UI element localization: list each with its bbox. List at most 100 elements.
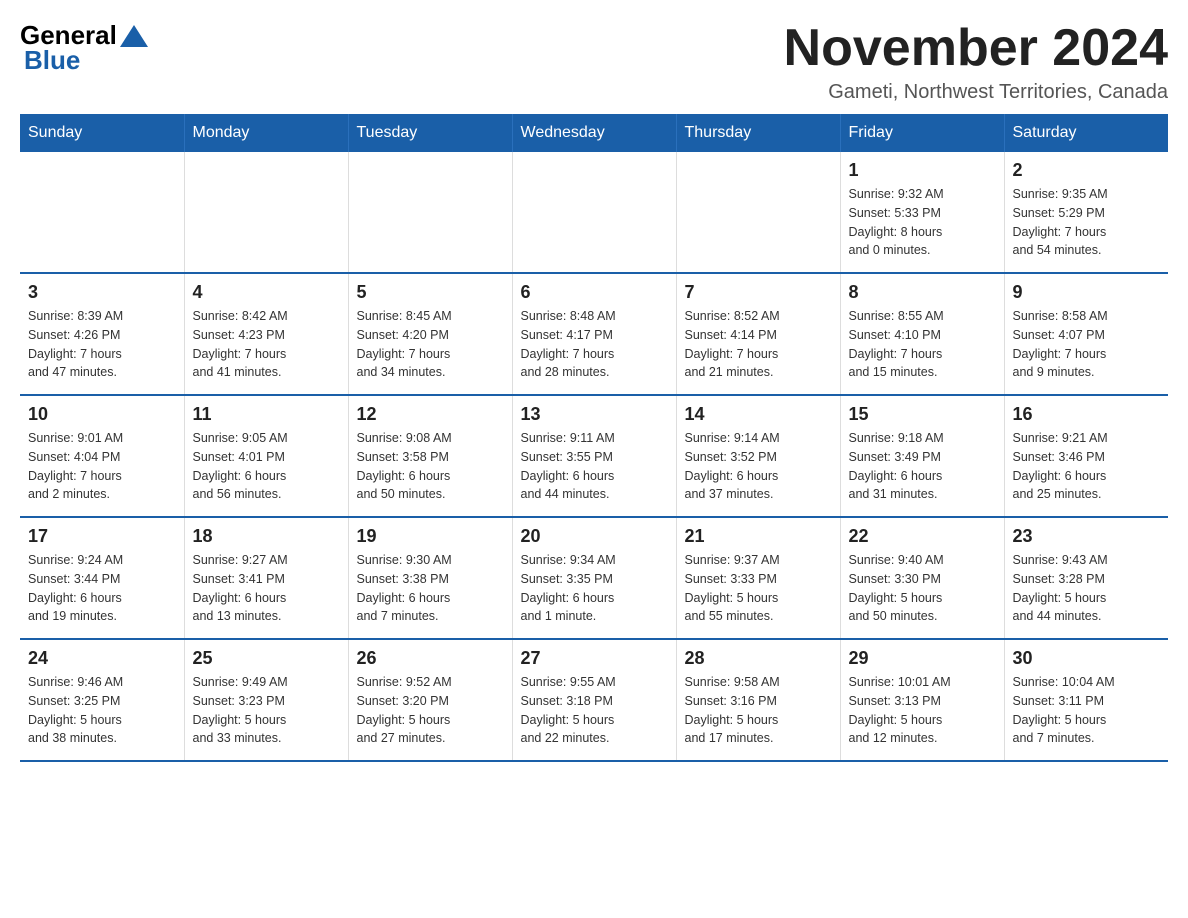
day-info: Sunrise: 9:32 AM Sunset: 5:33 PM Dayligh…	[849, 185, 996, 260]
day-number: 30	[1013, 648, 1161, 669]
calendar-cell	[512, 152, 676, 273]
day-number: 22	[849, 526, 996, 547]
day-number: 2	[1013, 160, 1161, 181]
calendar-table: SundayMondayTuesdayWednesdayThursdayFrid…	[20, 114, 1168, 762]
calendar-cell: 5Sunrise: 8:45 AM Sunset: 4:20 PM Daylig…	[348, 273, 512, 395]
day-number: 13	[521, 404, 668, 425]
day-info: Sunrise: 9:43 AM Sunset: 3:28 PM Dayligh…	[1013, 551, 1161, 626]
calendar-cell: 14 Sunrise: 9:14 AM Sunset: 3:52 PM Dayli…	[676, 395, 840, 517]
logo-blue-text: Blue	[20, 45, 80, 76]
calendar-cell	[184, 152, 348, 273]
day-number: 21	[685, 526, 832, 547]
day-number: 14	[685, 404, 832, 425]
calendar-cell: 21 Sunrise: 9:37 AM Sunset: 3:33 PM Dayli…	[676, 517, 840, 639]
calendar-week-row: 1 Sunrise: 9:32 AM Sunset: 5:33 PM Daylig…	[20, 152, 1168, 273]
calendar-cell: 1 Sunrise: 9:32 AM Sunset: 5:33 PM Daylig…	[840, 152, 1004, 273]
calendar-cell	[20, 152, 184, 273]
calendar-week-row: 10 Sunrise: 9:01 AM Sunset: 4:04 PM Dayli…	[20, 395, 1168, 517]
day-info: Sunrise: 9:55 AM Sunset: 3:18 PM Dayligh…	[521, 673, 668, 748]
day-info: Sunrise: 9:18 AM Sunset: 3:49 PM Dayligh…	[849, 429, 996, 504]
day-info: Sunrise: 8:58 AM Sunset: 4:07 PM Dayligh…	[1013, 307, 1161, 382]
calendar-cell: 20 Sunrise: 9:34 AM Sunset: 3:35 PM Dayli…	[512, 517, 676, 639]
calendar-day-header: Friday	[840, 114, 1004, 152]
day-number: 15	[849, 404, 996, 425]
day-number: 16	[1013, 404, 1161, 425]
calendar-cell: 26Sunrise: 9:52 AM Sunset: 3:20 PM Dayli…	[348, 639, 512, 761]
calendar-day-header: Monday	[184, 114, 348, 152]
day-number: 19	[357, 526, 504, 547]
day-number: 10	[28, 404, 176, 425]
day-number: 17	[28, 526, 176, 547]
page-subtitle: Gameti, Northwest Territories, Canada	[784, 81, 1168, 104]
day-number: 26	[357, 648, 504, 669]
calendar-day-header: Wednesday	[512, 114, 676, 152]
day-info: Sunrise: 9:08 AM Sunset: 3:58 PM Dayligh…	[357, 429, 504, 504]
calendar-cell: 15 Sunrise: 9:18 AM Sunset: 3:49 PM Dayli…	[840, 395, 1004, 517]
calendar-day-header: Thursday	[676, 114, 840, 152]
day-number: 24	[28, 648, 176, 669]
calendar-cell: 7 Sunrise: 8:52 AM Sunset: 4:14 PM Daylig…	[676, 273, 840, 395]
calendar-cell: 6 Sunrise: 8:48 AM Sunset: 4:17 PM Daylig…	[512, 273, 676, 395]
page-header: General Blue November 2024 Gameti, North…	[20, 20, 1168, 104]
calendar-day-header: Saturday	[1004, 114, 1168, 152]
calendar-cell: 10 Sunrise: 9:01 AM Sunset: 4:04 PM Dayli…	[20, 395, 184, 517]
calendar-cell: 22 Sunrise: 9:40 AM Sunset: 3:30 PM Dayli…	[840, 517, 1004, 639]
day-number: 11	[193, 404, 340, 425]
day-info: Sunrise: 9:49 AM Sunset: 3:23 PM Dayligh…	[193, 673, 340, 748]
calendar-cell: 4 Sunrise: 8:42 AM Sunset: 4:23 PM Daylig…	[184, 273, 348, 395]
day-number: 3	[28, 282, 176, 303]
calendar-week-row: 24Sunrise: 9:46 AM Sunset: 3:25 PM Dayli…	[20, 639, 1168, 761]
calendar-day-header: Tuesday	[348, 114, 512, 152]
day-number: 1	[849, 160, 996, 181]
day-info: Sunrise: 9:11 AM Sunset: 3:55 PM Dayligh…	[521, 429, 668, 504]
day-info: Sunrise: 9:21 AM Sunset: 3:46 PM Dayligh…	[1013, 429, 1161, 504]
calendar-cell: 16 Sunrise: 9:21 AM Sunset: 3:46 PM Dayli…	[1004, 395, 1168, 517]
calendar-cell: 25Sunrise: 9:49 AM Sunset: 3:23 PM Dayli…	[184, 639, 348, 761]
calendar-cell: 30 Sunrise: 10:04 AM Sunset: 3:11 PM Dayl…	[1004, 639, 1168, 761]
day-info: Sunrise: 9:30 AM Sunset: 3:38 PM Dayligh…	[357, 551, 504, 626]
page-title: November 2024	[784, 20, 1168, 77]
day-info: Sunrise: 9:37 AM Sunset: 3:33 PM Dayligh…	[685, 551, 832, 626]
day-number: 20	[521, 526, 668, 547]
day-number: 4	[193, 282, 340, 303]
calendar-cell: 8Sunrise: 8:55 AM Sunset: 4:10 PM Daylig…	[840, 273, 1004, 395]
day-info: Sunrise: 10:04 AM Sunset: 3:11 PM Daylig…	[1013, 673, 1161, 748]
day-info: Sunrise: 9:14 AM Sunset: 3:52 PM Dayligh…	[685, 429, 832, 504]
day-info: Sunrise: 8:55 AM Sunset: 4:10 PM Dayligh…	[849, 307, 996, 382]
calendar-cell: 9 Sunrise: 8:58 AM Sunset: 4:07 PM Daylig…	[1004, 273, 1168, 395]
day-info: Sunrise: 9:58 AM Sunset: 3:16 PM Dayligh…	[685, 673, 832, 748]
day-info: Sunrise: 9:40 AM Sunset: 3:30 PM Dayligh…	[849, 551, 996, 626]
day-info: Sunrise: 8:39 AM Sunset: 4:26 PM Dayligh…	[28, 307, 176, 382]
calendar-cell: 18Sunrise: 9:27 AM Sunset: 3:41 PM Dayli…	[184, 517, 348, 639]
calendar-cell: 12 Sunrise: 9:08 AM Sunset: 3:58 PM Dayli…	[348, 395, 512, 517]
day-number: 9	[1013, 282, 1161, 303]
calendar-cell	[348, 152, 512, 273]
calendar-week-row: 17 Sunrise: 9:24 AM Sunset: 3:44 PM Dayli…	[20, 517, 1168, 639]
day-info: Sunrise: 8:42 AM Sunset: 4:23 PM Dayligh…	[193, 307, 340, 382]
day-info: Sunrise: 10:01 AM Sunset: 3:13 PM Daylig…	[849, 673, 996, 748]
calendar-cell	[676, 152, 840, 273]
calendar-cell: 29 Sunrise: 10:01 AM Sunset: 3:13 PM Dayl…	[840, 639, 1004, 761]
day-number: 28	[685, 648, 832, 669]
calendar-cell: 3 Sunrise: 8:39 AM Sunset: 4:26 PM Daylig…	[20, 273, 184, 395]
calendar-week-row: 3 Sunrise: 8:39 AM Sunset: 4:26 PM Daylig…	[20, 273, 1168, 395]
calendar-cell: 27 Sunrise: 9:55 AM Sunset: 3:18 PM Dayli…	[512, 639, 676, 761]
day-info: Sunrise: 9:24 AM Sunset: 3:44 PM Dayligh…	[28, 551, 176, 626]
day-number: 18	[193, 526, 340, 547]
calendar-cell: 24Sunrise: 9:46 AM Sunset: 3:25 PM Dayli…	[20, 639, 184, 761]
calendar-header-row: SundayMondayTuesdayWednesdayThursdayFrid…	[20, 114, 1168, 152]
logo-flag-icon	[120, 25, 148, 47]
day-number: 6	[521, 282, 668, 303]
day-number: 29	[849, 648, 996, 669]
logo: General Blue	[20, 20, 148, 76]
day-number: 27	[521, 648, 668, 669]
day-info: Sunrise: 8:48 AM Sunset: 4:17 PM Dayligh…	[521, 307, 668, 382]
day-info: Sunrise: 9:01 AM Sunset: 4:04 PM Dayligh…	[28, 429, 176, 504]
calendar-cell: 23Sunrise: 9:43 AM Sunset: 3:28 PM Dayli…	[1004, 517, 1168, 639]
day-info: Sunrise: 8:52 AM Sunset: 4:14 PM Dayligh…	[685, 307, 832, 382]
day-number: 7	[685, 282, 832, 303]
calendar-cell: 17 Sunrise: 9:24 AM Sunset: 3:44 PM Dayli…	[20, 517, 184, 639]
day-info: Sunrise: 9:35 AM Sunset: 5:29 PM Dayligh…	[1013, 185, 1161, 260]
day-info: Sunrise: 9:34 AM Sunset: 3:35 PM Dayligh…	[521, 551, 668, 626]
day-number: 12	[357, 404, 504, 425]
